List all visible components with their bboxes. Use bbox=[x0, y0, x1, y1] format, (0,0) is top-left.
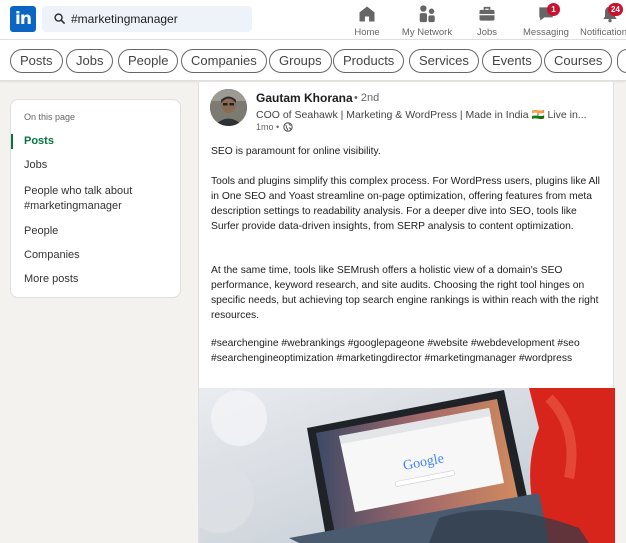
search-filter-bar: Posts Jobs People Companies Groups Produ… bbox=[0, 39, 626, 81]
nav-notifications[interactable]: 24 Notifications bbox=[580, 2, 626, 38]
top-nav: in Home My Network Jobs 1 Messaging bbox=[0, 0, 626, 39]
filter-groups[interactable]: Groups bbox=[269, 49, 332, 73]
nav-home[interactable]: Home bbox=[350, 2, 384, 38]
sidebar-item-more-posts[interactable]: More posts bbox=[11, 272, 182, 287]
nav-home-label: Home bbox=[354, 27, 380, 38]
post-paragraph-3: At the same time, tools like SEMrush off… bbox=[211, 265, 599, 321]
sidebar-item-people[interactable]: People bbox=[11, 224, 182, 239]
author-avatar[interactable] bbox=[210, 89, 247, 126]
nav-jobs[interactable]: Jobs bbox=[472, 2, 502, 38]
briefcase-icon bbox=[472, 4, 502, 26]
filter-products[interactable]: Products bbox=[333, 49, 405, 73]
post-paragraph-2: Tools and plugins simplify this complex … bbox=[211, 176, 600, 232]
sidebar-item-posts[interactable]: Posts bbox=[11, 134, 182, 149]
network-icon bbox=[398, 4, 456, 26]
messaging-badge: 1 bbox=[547, 3, 560, 16]
connection-degree: • 2nd bbox=[354, 92, 380, 104]
sidebar-item-jobs[interactable]: Jobs bbox=[11, 158, 182, 173]
post-time: 1mo • bbox=[256, 122, 280, 132]
post-image[interactable]: Google bbox=[199, 388, 615, 543]
filter-events[interactable]: Events bbox=[482, 49, 542, 73]
globe-icon bbox=[283, 122, 293, 132]
search-box[interactable] bbox=[42, 6, 252, 32]
search-input[interactable] bbox=[71, 6, 246, 32]
messaging-icon: 1 bbox=[522, 3, 570, 26]
feed-post: Gautam Khorana • 2nd COO of Seahawk | Ma… bbox=[198, 82, 615, 543]
filter-jobs[interactable]: Jobs bbox=[66, 49, 114, 73]
filter-services[interactable]: Services bbox=[409, 49, 479, 73]
nav-messaging[interactable]: 1 Messaging bbox=[522, 2, 570, 38]
author-name[interactable]: Gautam Khorana bbox=[256, 91, 353, 105]
filter-companies[interactable]: Companies bbox=[181, 49, 267, 73]
nav-messaging-label: Messaging bbox=[523, 27, 569, 38]
sidebar-item-companies[interactable]: Companies bbox=[11, 248, 182, 263]
on-this-page-card: On this page Posts Jobs People who talk … bbox=[10, 99, 181, 298]
filter-people[interactable]: People bbox=[118, 49, 179, 73]
notifications-badge: 24 bbox=[608, 3, 623, 16]
sidebar-item-people-who-talk[interactable]: People who talk about #marketingmanager bbox=[11, 184, 141, 214]
nav-jobs-label: Jobs bbox=[476, 27, 498, 38]
filter-more[interactable] bbox=[617, 49, 626, 73]
author-headline: COO of Seahawk | Marketing & WordPress |… bbox=[256, 109, 587, 121]
filter-posts[interactable]: Posts bbox=[10, 49, 63, 73]
post-paragraph-1: SEO is paramount for online visibility. bbox=[211, 146, 381, 157]
nav-my-network-label: My Network bbox=[401, 27, 453, 38]
nav-my-network[interactable]: My Network bbox=[398, 2, 456, 38]
post-hashtags[interactable]: #searchengine #webrankings #googlepageon… bbox=[211, 336, 607, 366]
bell-icon: 24 bbox=[580, 3, 626, 26]
linkedin-logo[interactable]: in bbox=[10, 6, 36, 32]
search-icon bbox=[54, 13, 65, 24]
on-this-page-caption: On this page bbox=[24, 112, 76, 122]
filter-courses[interactable]: Courses bbox=[544, 49, 613, 73]
nav-notifications-label: Notifications bbox=[580, 27, 626, 38]
home-icon bbox=[350, 4, 384, 26]
